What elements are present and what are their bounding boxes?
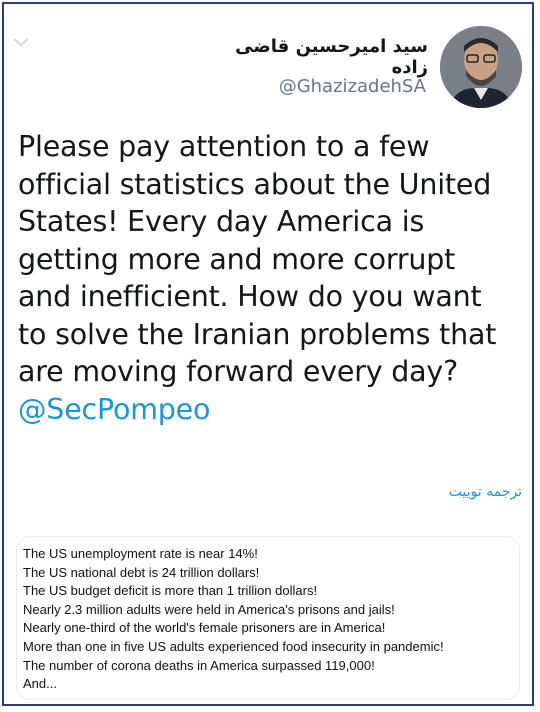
tweet-text-line: official statistics about the United <box>18 167 492 201</box>
stats-line: Nearly one-third of the world's female p… <box>23 620 386 636</box>
avatar[interactable] <box>440 26 522 108</box>
user-handle[interactable]: @GhazizadehSA <box>230 76 426 97</box>
tweet-text-line: getting more and more corrupt <box>18 242 456 276</box>
stats-line: The number of corona deaths in America s… <box>23 657 375 673</box>
tweet-text-line: and inefficient. How do you want <box>18 280 482 313</box>
stats-line: More than one in five US adults experien… <box>23 638 444 654</box>
tweet-text-line: to solve the Iranian problems that <box>18 317 497 351</box>
stats-line: The US budget deficit is more than 1 tri… <box>23 583 318 599</box>
display-name[interactable]: سید امیرحسین قاضی زاده <box>200 36 428 78</box>
stats-line: The US national debt is 24 trillion doll… <box>23 564 260 580</box>
tweet-image-card[interactable]: The US unemployment rate is near 14%! Th… <box>16 536 520 700</box>
tweet-text: Please pay attention to a few official s… <box>18 128 518 428</box>
tweet-text-line: Please pay attention to a few <box>18 130 430 163</box>
stats-line: Nearly 2.3 million adults were held in A… <box>23 601 395 617</box>
tweet-text-line: are moving forward every day? <box>18 355 458 388</box>
translate-tweet-link[interactable]: ترجمه توییت <box>400 484 522 500</box>
stats-list: The US unemployment rate is near 14%! Th… <box>17 537 519 694</box>
mention-link[interactable]: @SecPompeo <box>18 391 518 429</box>
tweet-text-line: States! Every day America is <box>18 205 425 238</box>
stats-line: The US unemployment rate is near 14%! <box>23 546 258 561</box>
stats-line: And... <box>23 676 57 692</box>
chevron-down-icon[interactable] <box>12 36 30 50</box>
